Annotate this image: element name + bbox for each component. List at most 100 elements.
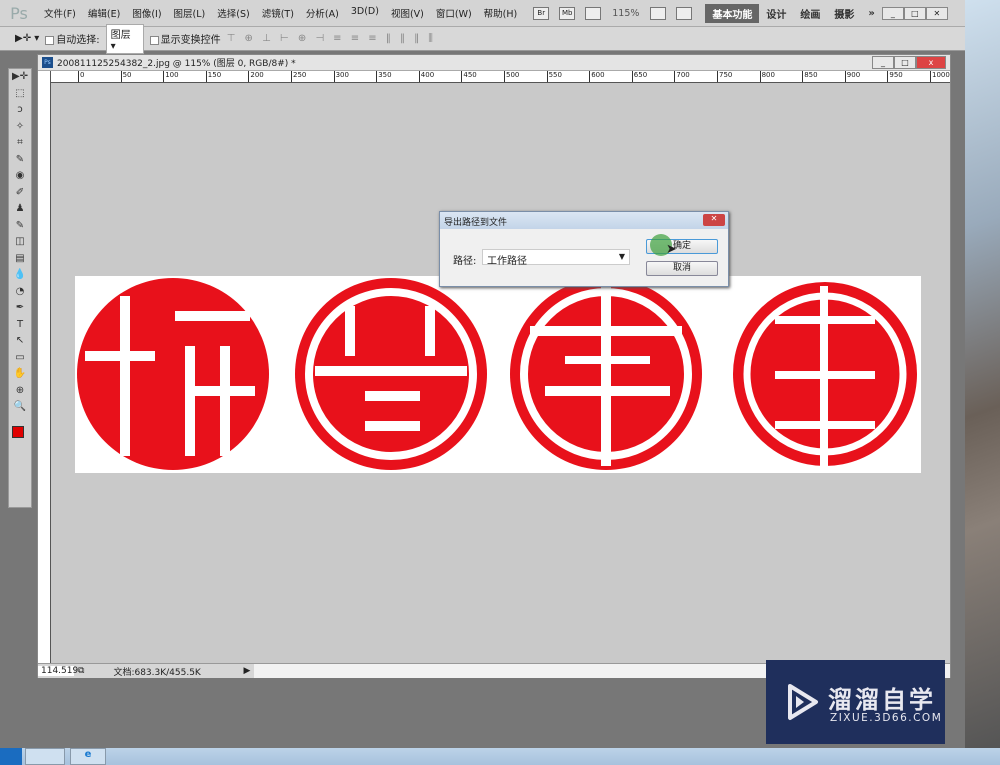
- dialog-title: 导出路径到文件 ✕: [440, 212, 728, 229]
- auto-select-value: 图层: [110, 29, 131, 41]
- zoom-level-dropdown[interactable]: 115%: [606, 8, 645, 19]
- workspace-design[interactable]: 设计: [759, 4, 793, 23]
- taskbar-app-icon[interactable]: [25, 748, 65, 765]
- menu-item-10[interactable]: 帮助(H): [478, 6, 524, 20]
- tool-icon[interactable]: ✐: [9, 185, 31, 202]
- tool-icon[interactable]: ✎: [9, 152, 31, 169]
- tool-icon[interactable]: ✎: [9, 218, 31, 235]
- ruler-tick-label: 850: [802, 71, 818, 82]
- screen-mode-icon[interactable]: [676, 6, 693, 20]
- menu-item-4[interactable]: 选择(S): [211, 6, 255, 20]
- path-dropdown[interactable]: 工作路径 ▼: [482, 249, 630, 267]
- mouse-cursor-icon: ➤: [666, 242, 677, 257]
- doc-minimize-button[interactable]: _: [872, 56, 894, 69]
- auto-select-checkbox[interactable]: 自动选择:: [45, 31, 100, 46]
- document-tab[interactable]: Ps 200811125254382_2.jpg @ 115% (图层 0, R…: [38, 55, 950, 71]
- status-menu-icon[interactable]: ⧉: [78, 666, 84, 676]
- horizontal-ruler[interactable]: 0 50 100 150 200 250 300 350 400 450 500 550 600 650 7…: [51, 71, 950, 83]
- tool-icon[interactable]: ▤: [9, 251, 31, 268]
- ruler-tick-label: 150: [205, 71, 221, 82]
- tool-icon[interactable]: ◉: [9, 168, 31, 185]
- menu-item-2[interactable]: 图像(I): [126, 6, 167, 20]
- menu-item-0[interactable]: 文件(F): [38, 6, 82, 20]
- cancel-button[interactable]: 取消: [646, 261, 718, 276]
- minimize-button[interactable]: _: [881, 6, 904, 20]
- view-extras-icon[interactable]: [585, 6, 602, 20]
- tool-icon[interactable]: T: [9, 317, 31, 334]
- doc-restore-button[interactable]: □: [894, 56, 916, 69]
- menu-item-5[interactable]: 滤镜(T): [256, 6, 300, 20]
- watermark-url: ZIXUE.3D66.COM: [830, 712, 943, 724]
- document-title: 200811125254382_2.jpg @ 115% (图层 0, RGB/…: [57, 59, 296, 69]
- tool-icon[interactable]: ♟: [9, 201, 31, 218]
- mini-bridge-button[interactable]: Mb: [559, 6, 576, 20]
- move-tool-icon[interactable]: ▶✛ ▾: [15, 33, 39, 44]
- image-canvas[interactable]: [75, 276, 921, 473]
- tool-icon[interactable]: ✒: [9, 300, 31, 317]
- ruler-tick-label: 400: [418, 71, 434, 82]
- start-button[interactable]: [0, 748, 22, 765]
- status-arrow-icon[interactable]: ▶: [243, 666, 250, 676]
- tool-icon[interactable]: 💧: [9, 267, 31, 284]
- ruler-tick-label: 800: [759, 71, 775, 82]
- options-bar: ▶✛ ▾ 自动选择: 图层 ▾ 显示变换控件 ⊤ ⊕ ⊥ ⊢ ⊕ ⊣ ≡ ≡ ≡…: [0, 23, 965, 54]
- workspace-painting[interactable]: 绘画: [793, 4, 827, 23]
- path-value: 工作路径: [487, 256, 527, 267]
- ruler-tick-label: 950: [887, 71, 903, 82]
- menu-item-6[interactable]: 分析(A): [300, 6, 345, 20]
- close-button[interactable]: ✕: [925, 6, 948, 20]
- watermark-name: 溜溜自学: [828, 686, 936, 714]
- ruler-tick-label: 450: [461, 71, 477, 82]
- tool-icon[interactable]: ▭: [9, 350, 31, 367]
- show-transform-label: 显示变换控件: [160, 35, 221, 46]
- ruler-tick-label: 500: [504, 71, 519, 82]
- more-workspaces-button[interactable]: »: [861, 6, 881, 21]
- zoom-field[interactable]: 114.519: [38, 666, 78, 676]
- workspace-essentials[interactable]: 基本功能: [705, 3, 760, 23]
- chevron-down-icon: ▼: [618, 252, 625, 261]
- ruler-tick-label: 200: [248, 71, 264, 82]
- ruler-tick-label: 600: [589, 71, 605, 82]
- tool-icon[interactable]: ⬚: [9, 86, 31, 103]
- auto-align-button[interactable]: ⫼: [428, 33, 436, 44]
- doc-close-button[interactable]: x: [916, 56, 946, 69]
- ruler-tick-label: 550: [546, 71, 562, 82]
- watermark-logo: 溜溜自学 ZIXUE.3D66.COM: [766, 660, 945, 744]
- path-label: 路径:: [453, 256, 477, 267]
- photoshop-logo: Ps: [10, 3, 28, 23]
- document-info: 文档:683.3K/455.5K: [113, 667, 201, 678]
- ruler-tick-label: 250: [291, 71, 306, 82]
- export-paths-dialog: 导出路径到文件 ✕ 路径: 工作路径 ▼ 确定 取消 ➤: [439, 211, 729, 287]
- menu-item-1[interactable]: 编辑(E): [82, 6, 126, 20]
- bridge-button[interactable]: Br: [533, 6, 550, 20]
- ruler-tick-label: 300: [333, 71, 349, 82]
- tool-icon[interactable]: ↖: [9, 333, 31, 350]
- vertical-ruler[interactable]: [38, 71, 51, 663]
- menu-item-7[interactable]: 3D(D): [345, 6, 385, 20]
- tool-icon[interactable]: ✧: [9, 119, 31, 136]
- tool-icon[interactable]: 🔍: [9, 399, 31, 416]
- show-transform-checkbox[interactable]: 显示变换控件: [149, 31, 221, 46]
- foreground-color-swatch[interactable]: [12, 425, 24, 438]
- tool-icon[interactable]: ▶✛: [9, 69, 31, 86]
- arrange-documents-icon[interactable]: [650, 6, 667, 20]
- taskbar: e: [0, 748, 1000, 765]
- tool-icon[interactable]: ◫: [9, 234, 31, 251]
- ps-file-icon: Ps: [42, 57, 53, 68]
- ruler-tick-label: 50: [120, 71, 132, 82]
- auto-select-dropdown[interactable]: 图层 ▾: [105, 23, 144, 54]
- menu-item-8[interactable]: 视图(V): [385, 6, 430, 20]
- restore-button[interactable]: □: [903, 6, 926, 20]
- tool-icon[interactable]: ⌗: [9, 135, 31, 152]
- distribute-buttons[interactable]: ≡ ≡ ≡ ‖ ‖ ‖: [333, 33, 422, 44]
- tool-icon[interactable]: ⊕: [9, 383, 31, 400]
- dialog-close-button[interactable]: ✕: [703, 214, 725, 226]
- menu-item-9[interactable]: 窗口(W): [430, 6, 478, 20]
- workspace-photography[interactable]: 摄影: [827, 4, 861, 23]
- tool-icon[interactable]: ◔: [9, 284, 31, 301]
- ie-icon[interactable]: e: [70, 748, 106, 765]
- align-buttons[interactable]: ⊤ ⊕ ⊥ ⊢ ⊕ ⊣: [227, 33, 328, 44]
- menu-item-3[interactable]: 图层(L): [168, 6, 212, 20]
- tool-icon[interactable]: ↄ: [9, 102, 31, 119]
- tool-icon[interactable]: ✋: [9, 366, 31, 383]
